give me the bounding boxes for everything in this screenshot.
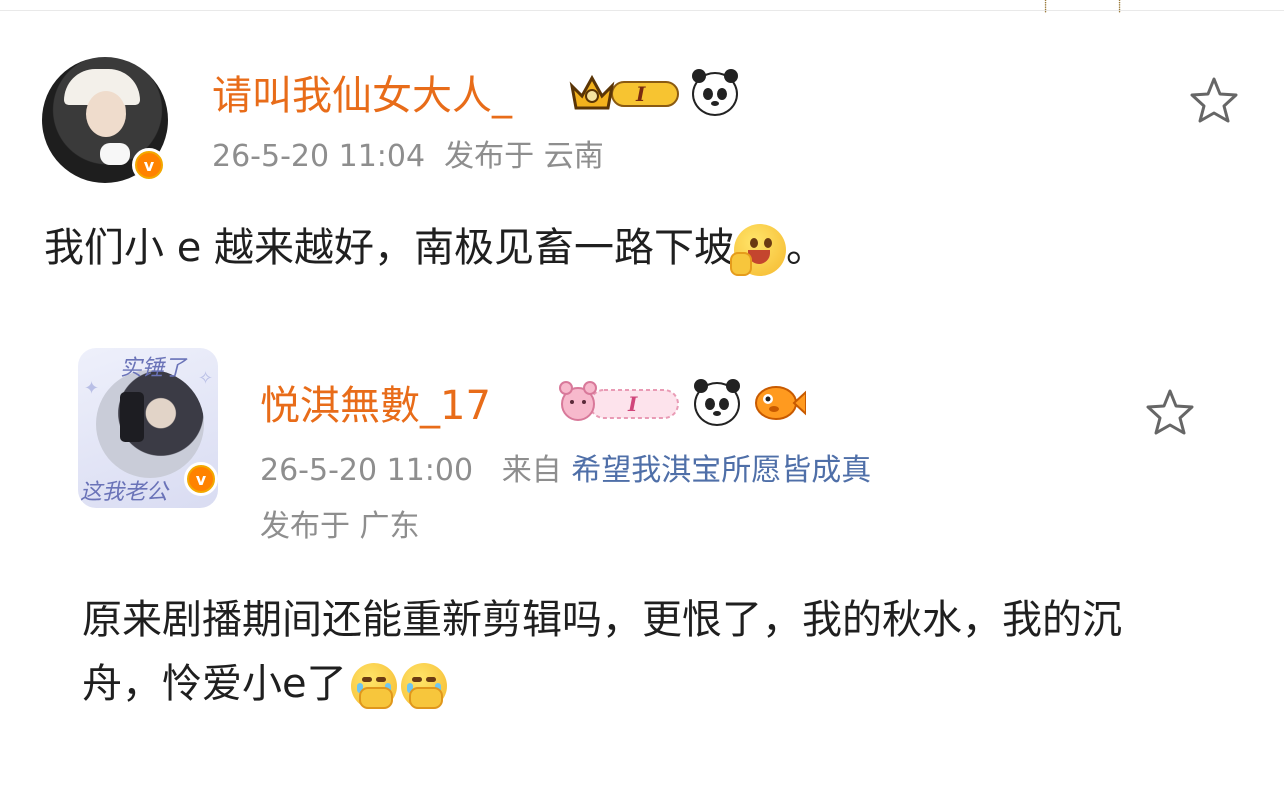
panda-icon bbox=[694, 379, 740, 426]
post-text: 我们小 e 越来越好，南极见畜一路下坡 。 bbox=[44, 216, 1224, 280]
pink-bear-badge-icon[interactable]: I bbox=[556, 378, 684, 426]
badge-level: I bbox=[627, 392, 638, 416]
grin-emoji-icon bbox=[730, 224, 787, 276]
crying-emoji-icon bbox=[350, 663, 397, 709]
decoration-icon: ⸽ bbox=[1118, 0, 1122, 13]
crying-emoji-icon bbox=[400, 663, 447, 709]
star-icon bbox=[1146, 389, 1194, 435]
verified-v-icon: v bbox=[184, 462, 218, 496]
post-time: 26-5-20 11:04 bbox=[212, 139, 426, 174]
badge-level: I bbox=[635, 82, 646, 106]
reply-username[interactable]: 悦淇無數_17 bbox=[260, 384, 491, 428]
reply-avatar-caption-bottom: 这我老公 bbox=[80, 480, 169, 505]
favorite-star-button[interactable] bbox=[1186, 72, 1242, 128]
favorite-star-button[interactable] bbox=[1142, 384, 1198, 440]
post-username[interactable]: 请叫我仙女大人_ bbox=[212, 74, 512, 118]
post-text-content: 我们小 e 越来越好，南极见畜一路下坡 bbox=[44, 225, 735, 271]
reply-time: 26-5-20 11:00 bbox=[260, 453, 474, 488]
decoration-icon: ⸽ bbox=[1044, 0, 1048, 13]
reply-avatar-caption-top: 实锤了 bbox=[120, 356, 187, 381]
star-icon bbox=[1190, 77, 1238, 123]
reply-source-link[interactable]: 希望我淇宝所愿皆成真 bbox=[571, 453, 871, 488]
reply-location: 发布于 广东 bbox=[260, 509, 420, 544]
crown-member-badge-icon[interactable]: I bbox=[568, 72, 686, 114]
goldfish-icon bbox=[752, 380, 807, 426]
post-meta: 26-5-20 11:04 发布于 云南 bbox=[212, 140, 604, 174]
verified-v-icon: v bbox=[132, 148, 166, 182]
reply-text-content: 原来剧播期间还能重新剪辑吗，更恨了，我的秋水，我的沉舟，怜爱小e了 bbox=[82, 597, 1122, 707]
panda-icon bbox=[692, 69, 738, 116]
reply-meta: 26-5-20 11:00 来自 希望我淇宝所愿皆成真 bbox=[260, 454, 871, 488]
reply-text: 原来剧播期间还能重新剪辑吗，更恨了，我的秋水，我的沉舟，怜爱小e了 bbox=[82, 588, 1172, 716]
top-divider bbox=[0, 10, 1284, 11]
post-text-end: 。 bbox=[786, 225, 827, 271]
post-location: 发布于 云南 bbox=[444, 139, 604, 174]
reply-source-label: 来自 bbox=[501, 453, 562, 488]
